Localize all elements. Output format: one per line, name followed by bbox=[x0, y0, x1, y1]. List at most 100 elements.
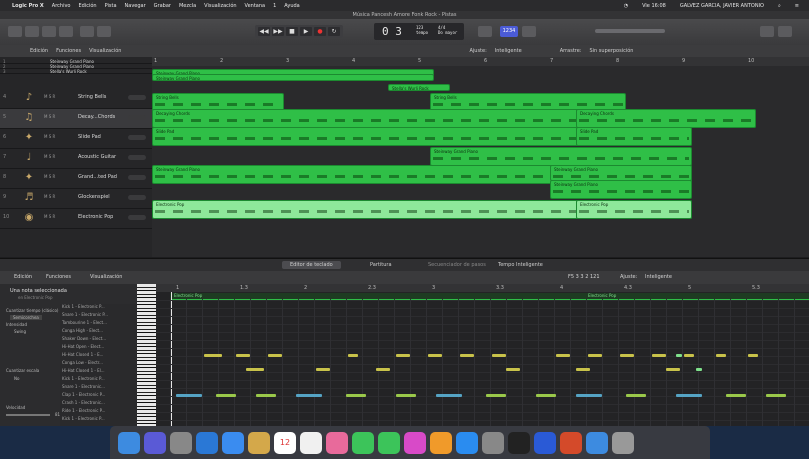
messages-icon[interactable] bbox=[352, 431, 374, 454]
midi-note[interactable] bbox=[346, 394, 366, 397]
master-volume-slider[interactable] bbox=[595, 29, 665, 33]
midi-note[interactable] bbox=[588, 354, 602, 357]
midi-note[interactable] bbox=[666, 368, 680, 371]
region[interactable]: Steinway Grand Piano bbox=[550, 180, 692, 199]
wifi-icon[interactable]: ◔ bbox=[620, 3, 632, 9]
tab-piano-roll[interactable]: Editor de teclado bbox=[282, 261, 341, 269]
track-name[interactable]: Grand...ted Pad bbox=[78, 174, 117, 180]
track-header[interactable]: 7 ♩ M S R Acoustic Guitar bbox=[0, 149, 152, 169]
midi-note[interactable] bbox=[246, 368, 264, 371]
track-volume-knob[interactable] bbox=[128, 175, 146, 180]
drum-lane-name[interactable]: Crash 1 - Electronic... bbox=[62, 400, 105, 405]
drum-lane-name[interactable]: Kick 1 - Electronic P... bbox=[62, 304, 105, 309]
logic-icon[interactable] bbox=[508, 431, 530, 454]
midi-note[interactable] bbox=[396, 394, 416, 397]
drum-lane-name[interactable]: Tambourine 1 - Elect... bbox=[62, 320, 107, 325]
track-name[interactable]: Glockenspiel bbox=[78, 194, 110, 200]
inspector-button[interactable] bbox=[25, 26, 39, 37]
track-mute-solo-buttons[interactable]: M S R bbox=[44, 214, 55, 219]
word-icon[interactable] bbox=[534, 431, 556, 454]
midi-note[interactable] bbox=[376, 368, 390, 371]
tracks-edit-menu[interactable]: Edición bbox=[30, 48, 48, 54]
mixer-button[interactable] bbox=[80, 26, 94, 37]
drum-lane-name[interactable]: Conga Low - Electr... bbox=[62, 360, 103, 365]
snap-value[interactable]: Inteligente bbox=[495, 48, 522, 54]
track-mute-solo-buttons[interactable]: M S R bbox=[44, 194, 55, 199]
tab-step-sequencer[interactable]: Secuenciador de pasos bbox=[420, 261, 494, 269]
drum-lane-name[interactable]: Shaker Down - Elect... bbox=[62, 336, 106, 341]
editor-functions-menu[interactable]: Funciones bbox=[46, 274, 71, 280]
stop-icon[interactable]: ■ bbox=[286, 27, 298, 36]
midi-note[interactable] bbox=[748, 354, 758, 357]
track-name[interactable]: String Bells bbox=[78, 94, 106, 100]
midi-note[interactable] bbox=[626, 394, 646, 397]
tab-score[interactable]: Partitura bbox=[362, 261, 400, 269]
track-header[interactable]: 6 ✦ M S R Slide Pad bbox=[0, 129, 152, 149]
drag-value[interactable]: Sin superposición bbox=[589, 48, 633, 54]
midi-note[interactable] bbox=[268, 354, 282, 357]
quantize-select[interactable]: Semicorchea bbox=[10, 315, 42, 320]
drum-lane-name[interactable]: Ride 1 - Electronic P... bbox=[62, 408, 105, 413]
help-button[interactable] bbox=[42, 26, 56, 37]
notes-icon[interactable] bbox=[248, 431, 270, 454]
midi-note[interactable] bbox=[536, 394, 556, 397]
track-mute-solo-buttons[interactable]: M S R bbox=[44, 174, 55, 179]
rewind-icon[interactable]: ◀◀ bbox=[258, 27, 270, 36]
menu-navegar[interactable]: Navegar bbox=[121, 3, 150, 9]
play-icon[interactable]: ▶ bbox=[300, 27, 312, 36]
track-volume-knob[interactable] bbox=[128, 195, 146, 200]
track-mute-solo-buttons[interactable]: M S R bbox=[44, 114, 55, 119]
menu-mezcla[interactable]: Mezcla bbox=[175, 3, 200, 9]
midi-note[interactable] bbox=[676, 354, 682, 357]
playhead[interactable] bbox=[171, 292, 172, 426]
tracks-functions-menu[interactable]: Funciones bbox=[56, 48, 81, 54]
scale-value[interactable]: No bbox=[14, 376, 19, 381]
drum-lane-name[interactable]: Kick 1 - Electronic P... bbox=[62, 416, 105, 421]
track-header[interactable]: 5 ♫ M S R Decay...Chords bbox=[0, 109, 152, 129]
menu-1[interactable]: 1 bbox=[269, 3, 280, 9]
calendar-icon[interactable]: 12 bbox=[274, 431, 296, 454]
midi-note[interactable] bbox=[726, 394, 746, 397]
track-header[interactable]: 9 ♬ M S R Glockenspiel bbox=[0, 189, 152, 209]
track-mute-solo-buttons[interactable]: M S R bbox=[44, 134, 55, 139]
tab-smart-tempo[interactable]: Tempo Inteligente bbox=[490, 261, 551, 269]
track-header[interactable]: 10 ◉ M S R Electronic Pop bbox=[0, 209, 152, 229]
track-header[interactable]: 3 Stella's Wurli Rock bbox=[0, 69, 152, 74]
metronome-button[interactable] bbox=[522, 26, 536, 37]
arrange-ruler[interactable]: 1 2 3 4 5 6 7 8 9 10 bbox=[152, 57, 809, 66]
drum-lane-name[interactable]: Hi-Hat Closed 1 - E... bbox=[62, 352, 103, 357]
midi-note[interactable] bbox=[204, 354, 222, 357]
finder-icon[interactable] bbox=[118, 431, 140, 454]
midi-note[interactable] bbox=[652, 354, 666, 357]
record-icon[interactable]: ● bbox=[314, 27, 326, 36]
menu-ayuda[interactable]: Ayuda bbox=[280, 3, 303, 9]
editor-view-menu[interactable]: Visualización bbox=[90, 274, 122, 280]
midi-note[interactable] bbox=[348, 354, 358, 357]
midi-note[interactable] bbox=[684, 354, 694, 357]
itunes-icon[interactable] bbox=[404, 431, 426, 454]
powerpoint-icon[interactable] bbox=[560, 431, 582, 454]
user-name[interactable]: GALVEZ GARCIA, JAVIER ANTONIO bbox=[676, 3, 768, 9]
piano-keyboard[interactable] bbox=[137, 284, 156, 426]
midi-note[interactable] bbox=[428, 354, 442, 357]
menu-grabar[interactable]: Grabar bbox=[150, 3, 175, 9]
tracks-view-menu[interactable]: Visualización bbox=[89, 48, 121, 54]
midi-note[interactable] bbox=[620, 354, 634, 357]
region[interactable]: Steinway Grand Piano bbox=[550, 165, 692, 181]
region[interactable]: Decaying Chords bbox=[576, 109, 756, 128]
finder2-icon[interactable] bbox=[586, 431, 608, 454]
drum-lane-name[interactable]: Hi-Hat Closed 1 - El... bbox=[62, 368, 105, 373]
track-volume-knob[interactable] bbox=[128, 155, 146, 160]
editor-edit-menu[interactable]: Edición bbox=[14, 274, 32, 280]
midi-note[interactable] bbox=[216, 394, 236, 397]
midi-note[interactable] bbox=[716, 354, 726, 357]
drum-lane-name[interactable]: Clap 1 - Electronic P... bbox=[62, 392, 105, 397]
notepad-button[interactable] bbox=[760, 26, 774, 37]
appstore-icon[interactable] bbox=[456, 431, 478, 454]
tuner-button[interactable] bbox=[478, 26, 492, 37]
midi-note[interactable] bbox=[576, 394, 602, 397]
facetime-icon[interactable] bbox=[378, 431, 400, 454]
menu-pista[interactable]: Pista bbox=[101, 3, 121, 9]
midi-note[interactable] bbox=[296, 394, 322, 397]
forward-icon[interactable]: ▶▶ bbox=[272, 27, 284, 36]
